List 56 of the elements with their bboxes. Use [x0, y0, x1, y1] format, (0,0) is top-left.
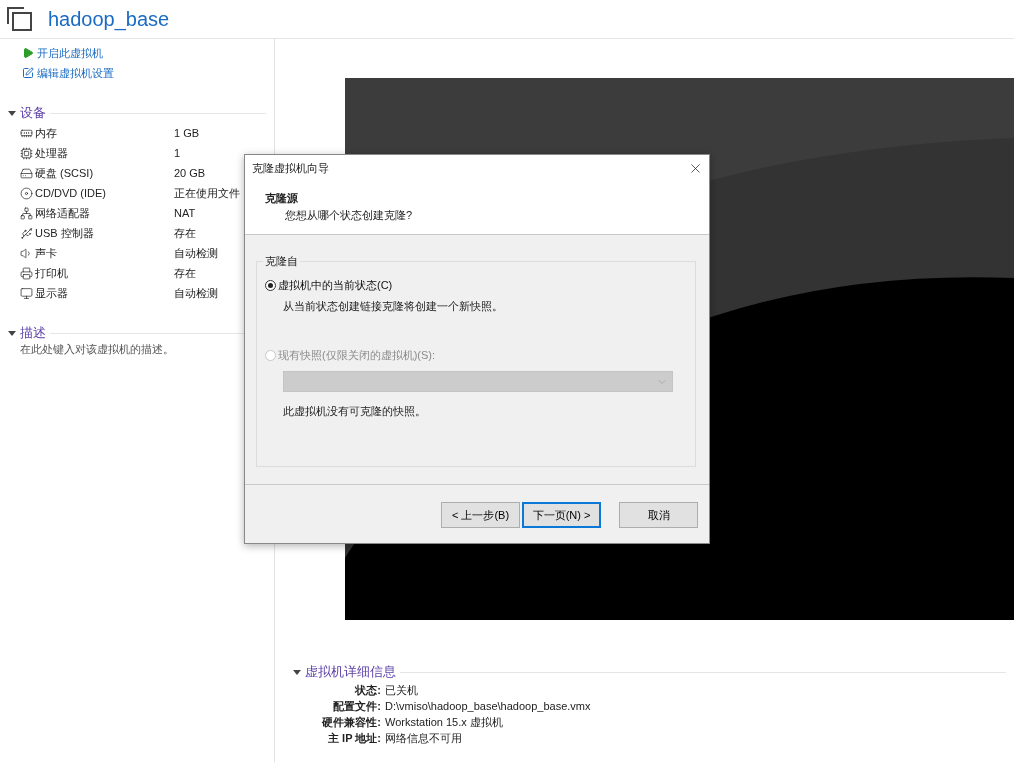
radio-label[interactable]: 虚拟机中的当前状态(C)	[278, 278, 393, 293]
monitor-icon	[20, 286, 33, 300]
device-name[interactable]: 网络适配器	[20, 205, 174, 221]
device-name[interactable]: USB 控制器	[20, 225, 174, 241]
device-value: 1 GB	[174, 127, 200, 139]
wizard-button[interactable]: < 上一步(B)	[441, 502, 520, 528]
device-name[interactable]: 显示器	[20, 285, 174, 301]
section-title: 描述	[20, 324, 46, 342]
wizard-button[interactable]: 取消	[619, 502, 698, 528]
vm-title: hadoop_base	[48, 7, 170, 31]
speaker-icon	[20, 246, 33, 260]
section-title: 虚拟机详细信息	[305, 663, 396, 681]
action-link[interactable]: 编辑虚拟机设置	[0, 63, 274, 83]
detail-value: Workstation 15.x 虚拟机	[385, 714, 503, 730]
device-name[interactable]: 打印机	[20, 265, 174, 281]
collapse-arrow-icon[interactable]	[8, 110, 16, 116]
edit-icon	[22, 67, 34, 79]
device-name[interactable]: 硬盘 (SCSI)	[20, 165, 174, 181]
printer-icon	[20, 266, 33, 280]
usb-icon	[20, 226, 33, 240]
device-value: 自动检测	[174, 285, 218, 301]
detail-label: 配置文件:	[332, 698, 382, 714]
detail-value: 网络信息不可用	[385, 730, 462, 746]
device-value: 存在	[174, 225, 196, 241]
option-note: 此虚拟机没有可克隆的快照。	[282, 404, 427, 419]
step-question: 您想从哪个状态创建克隆?	[284, 208, 414, 223]
detail-value: D:\vmiso\hadoop_base\hadoop_base.vmx	[385, 700, 591, 712]
device-value: 1	[174, 147, 181, 159]
device-value: 存在	[174, 265, 196, 281]
device-name[interactable]: 处理器	[20, 145, 174, 161]
chip-icon	[20, 146, 33, 160]
radio-button[interactable]	[265, 280, 276, 291]
wizard-button[interactable]: 下一页(N) >	[522, 502, 601, 528]
collapse-arrow-icon[interactable]	[8, 330, 16, 336]
step-heading: 克隆源	[265, 191, 299, 206]
detail-label: 状态:	[353, 682, 382, 698]
device-value: 自动检测	[174, 245, 218, 261]
option-note: 从当前状态创建链接克隆将创建一个新快照。	[282, 299, 504, 314]
device-value: NAT	[174, 207, 196, 219]
detail-value: 已关机	[385, 682, 418, 698]
device-value: 20 GB	[174, 167, 206, 179]
section-title: 设备	[20, 104, 46, 122]
collapse-arrow-icon[interactable]	[293, 669, 301, 675]
group-label: 克隆自	[263, 254, 300, 269]
detail-label: 硬件兼容性:	[321, 714, 382, 730]
device-name[interactable]: 内存	[20, 125, 174, 141]
detail-label: 主 IP 地址:	[327, 730, 382, 746]
play-icon	[22, 47, 34, 59]
action-link[interactable]: 开启此虚拟机	[0, 43, 274, 63]
dialog-title: 克隆虚拟机向导	[252, 160, 329, 176]
device-name[interactable]: 声卡	[20, 245, 174, 261]
device-name[interactable]: CD/DVD (IDE)	[20, 186, 174, 200]
hard-drive-icon	[20, 166, 33, 180]
network-icon	[20, 206, 33, 220]
disc-icon	[20, 186, 33, 200]
device-value: 正在使用文件	[174, 185, 240, 201]
